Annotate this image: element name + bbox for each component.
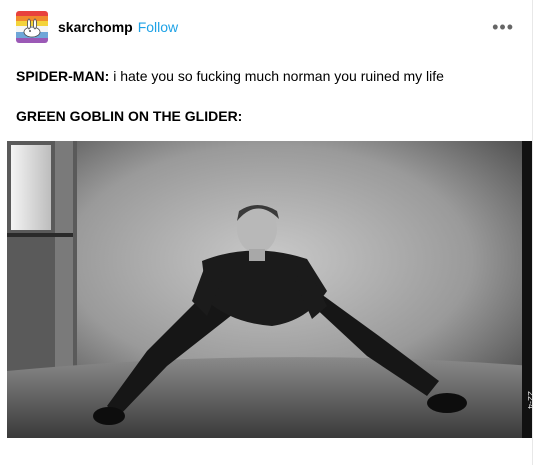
post-divider xyxy=(532,0,533,465)
speaker-label: GREEN GOBLIN ON THE GLIDER: xyxy=(16,108,243,124)
follow-button[interactable]: Follow xyxy=(138,19,178,35)
avatar[interactable] xyxy=(16,11,48,43)
post-card: skarchomp Follow ••• SPIDER-MAN: i hate … xyxy=(0,0,532,465)
speaker-label: SPIDER-MAN: xyxy=(16,68,110,84)
post-text-line: GREEN GOBLIN ON THE GLIDER: xyxy=(16,107,242,125)
photo-image: 22-4 xyxy=(7,141,532,438)
avatar-bunny-rainbow-icon xyxy=(16,11,48,43)
more-options-icon[interactable]: ••• xyxy=(492,18,514,36)
post-header: skarchomp Follow ••• xyxy=(16,10,516,44)
post-photo[interactable]: 22-4 xyxy=(7,141,532,438)
dialogue-text: i hate you so fucking much norman you ru… xyxy=(109,68,444,84)
post-text-line: SPIDER-MAN: i hate you so fucking much n… xyxy=(16,67,444,85)
post-author-username[interactable]: skarchomp xyxy=(58,19,133,35)
